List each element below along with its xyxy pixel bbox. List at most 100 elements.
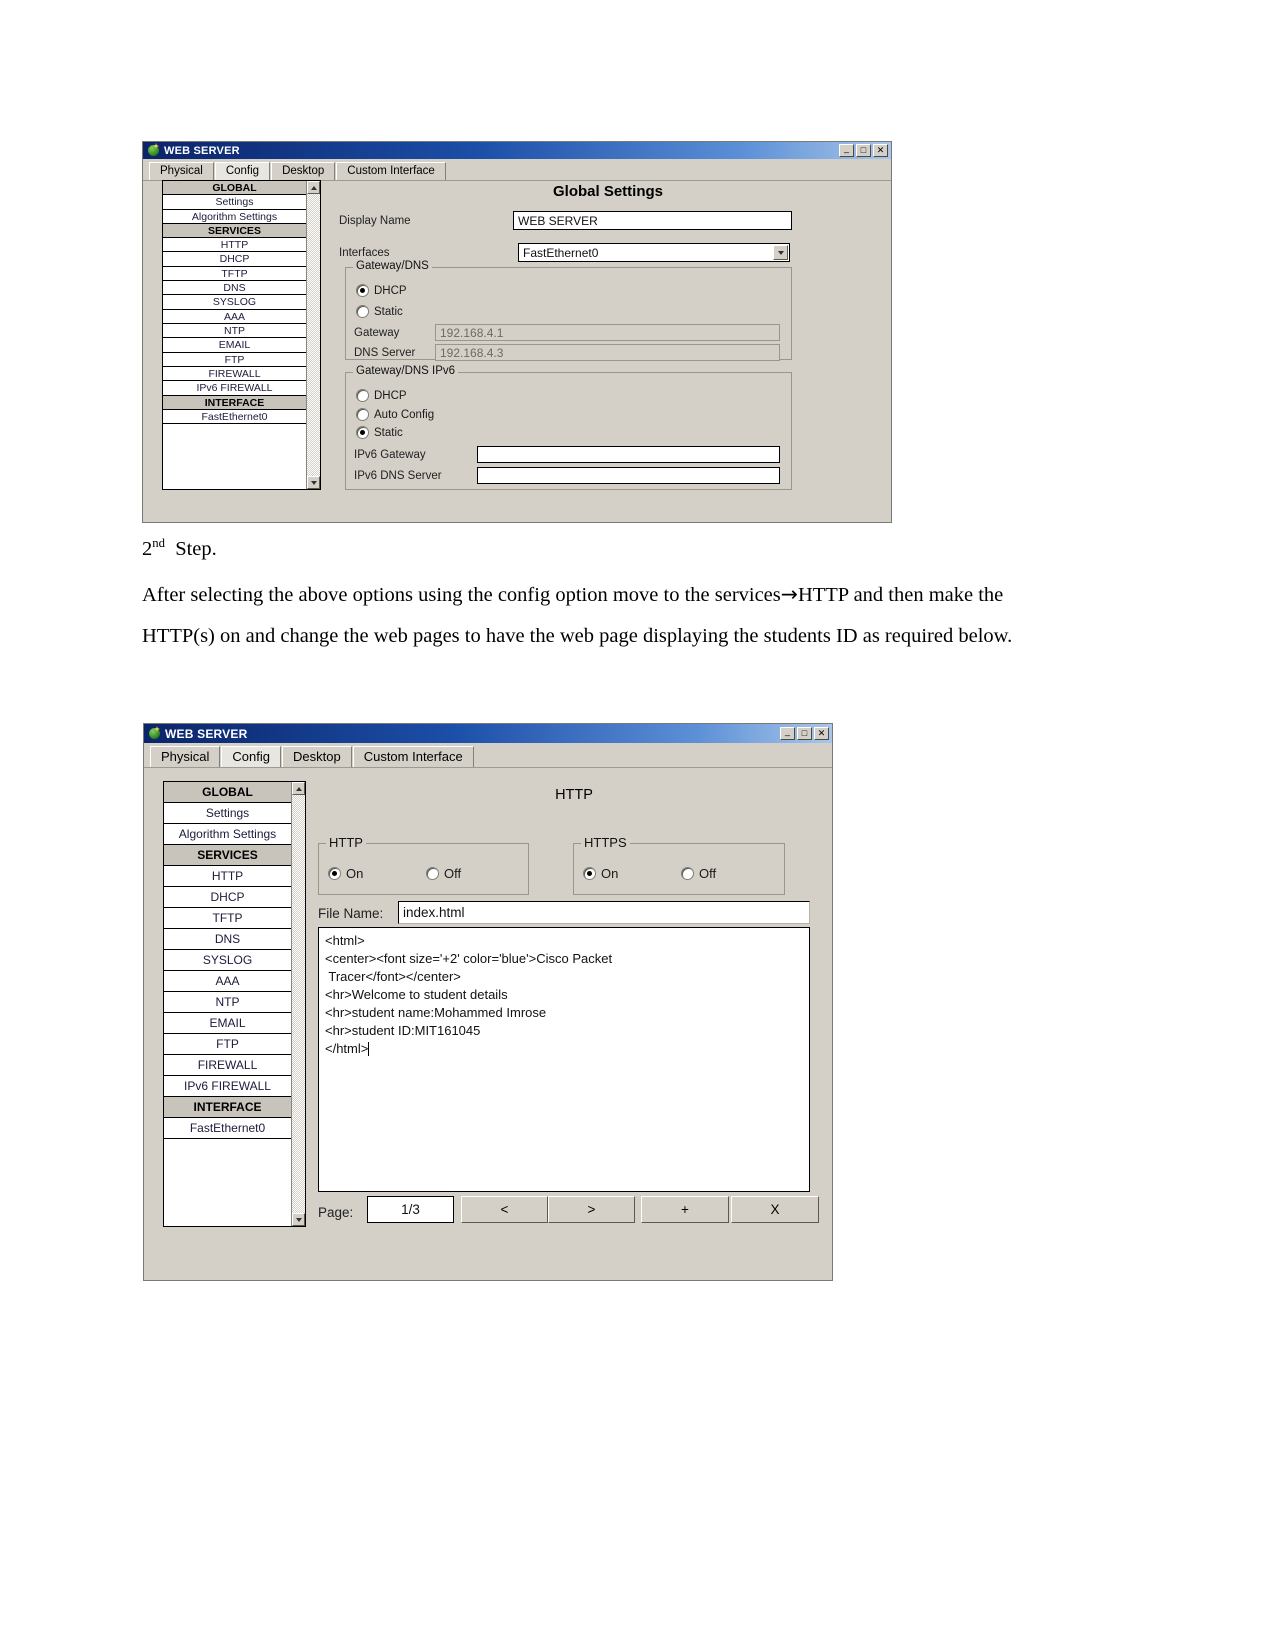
delete-page-button[interactable]: X xyxy=(731,1196,819,1223)
sidebar-item-http[interactable]: HTTP xyxy=(163,238,306,252)
window-controls[interactable]: _ □ ✕ xyxy=(780,727,829,740)
window-titlebar[interactable]: WEB SERVER _ □ ✕ xyxy=(144,724,832,743)
html-source-text: <html> <center><font size='+2' color='bl… xyxy=(325,933,613,1056)
tab-physical[interactable]: Physical xyxy=(149,162,214,180)
dns-server-input[interactable]: 192.168.4.3 xyxy=(435,344,780,361)
interfaces-select[interactable]: FastEthernet0 xyxy=(518,243,790,262)
sidebar-item-syslog[interactable]: SYSLOG xyxy=(164,950,291,971)
close-icon[interactable]: ✕ xyxy=(873,144,888,157)
radio-dot-icon xyxy=(356,284,369,297)
sidebar-item-email[interactable]: EMAIL xyxy=(164,1013,291,1034)
sidebar-item-dns[interactable]: DNS xyxy=(163,281,306,295)
config-sidebar-list-main[interactable]: GLOBAL Settings Algorithm Settings SERVI… xyxy=(164,782,291,1226)
sidebar-item-dhcp[interactable]: DHCP xyxy=(164,887,291,908)
add-page-button[interactable]: + xyxy=(641,1196,729,1223)
sidebar-item-dhcp[interactable]: DHCP xyxy=(163,252,306,267)
minimize-icon[interactable]: _ xyxy=(780,727,795,740)
file-name-label: File Name: xyxy=(318,906,384,921)
sidebar-item-settings[interactable]: Settings xyxy=(164,803,291,824)
sidebar-item-aaa[interactable]: AAA xyxy=(164,971,291,992)
ipv6-dhcp-radio[interactable]: DHCP xyxy=(356,389,407,402)
html-source-editor[interactable]: <html> <center><font size='+2' color='bl… xyxy=(318,927,810,1192)
http-group: HTTP On Off xyxy=(318,835,529,895)
sidebar-item-firewall[interactable]: FIREWALL xyxy=(163,367,306,381)
sidebar-scrollbar[interactable] xyxy=(306,181,320,489)
gateway-dhcp-radio[interactable]: DHCP xyxy=(356,284,407,297)
sidebar-item-ntp[interactable]: NTP xyxy=(163,324,306,338)
tab-config[interactable]: Config xyxy=(214,162,271,180)
sidebar-item-ntp[interactable]: NTP xyxy=(164,992,291,1013)
https-off-radio[interactable]: Off xyxy=(681,866,716,881)
scroll-up-icon[interactable] xyxy=(292,782,305,795)
gateway-dns-ipv6-legend: Gateway/DNS IPv6 xyxy=(353,365,459,377)
file-name-input[interactable]: index.html xyxy=(398,901,810,924)
config-sidebar-list[interactable]: GLOBAL Settings Algorithm Settings SERVI… xyxy=(163,181,306,489)
sidebar-item-aaa[interactable]: AAA xyxy=(163,310,306,324)
sidebar-item-email[interactable]: EMAIL xyxy=(163,338,306,353)
gateway-static-radio[interactable]: Static xyxy=(356,305,403,318)
tab-custom-interface[interactable]: Custom Interface xyxy=(336,162,446,180)
http-on-radio[interactable]: On xyxy=(328,866,363,881)
text-caret xyxy=(368,1042,370,1056)
next-page-button[interactable]: > xyxy=(548,1196,635,1223)
tab-desktop[interactable]: Desktop xyxy=(271,162,336,180)
radio-dot-icon xyxy=(356,305,369,318)
window-controls[interactable]: _ □ ✕ xyxy=(839,144,888,157)
prev-page-button[interactable]: < xyxy=(461,1196,548,1223)
https-on-radio[interactable]: On xyxy=(583,866,618,881)
scroll-down-icon[interactable] xyxy=(292,1213,305,1226)
sidebar-item-settings[interactable]: Settings xyxy=(163,195,306,210)
sidebar-item-ipv6-firewall[interactable]: IPv6 FIREWALL xyxy=(163,381,306,396)
ipv6-dns-server-input[interactable] xyxy=(477,467,780,484)
gateway-input[interactable]: 192.168.4.1 xyxy=(435,324,780,341)
tabstrip[interactable]: Physical Config Desktop Custom Interface xyxy=(144,743,832,768)
sidebar-item-fastethernet0[interactable]: FastEthernet0 xyxy=(163,410,306,424)
sidebar-item-fastethernet0[interactable]: FastEthernet0 xyxy=(164,1118,291,1139)
web-server-config-window-2[interactable]: WEB SERVER _ □ ✕ Physical Config Desktop… xyxy=(143,723,833,1281)
tab-physical[interactable]: Physical xyxy=(150,746,221,767)
sidebar-item-ipv6-firewall[interactable]: IPv6 FIREWALL xyxy=(164,1076,291,1097)
sidebar-item-algorithm-settings[interactable]: Algorithm Settings xyxy=(164,824,291,845)
ipv6-static-radio[interactable]: Static xyxy=(356,426,403,439)
config-sidebar-main[interactable]: GLOBAL Settings Algorithm Settings SERVI… xyxy=(163,781,306,1227)
display-name-input[interactable]: WEB SERVER xyxy=(513,211,792,230)
config-sidebar[interactable]: GLOBAL Settings Algorithm Settings SERVI… xyxy=(162,180,321,490)
sidebar-item-algorithm-settings[interactable]: Algorithm Settings xyxy=(163,210,306,224)
tab-desktop[interactable]: Desktop xyxy=(282,746,352,767)
sidebar-item-tftp[interactable]: TFTP xyxy=(164,908,291,929)
maximize-icon[interactable]: □ xyxy=(856,144,871,157)
tab-config[interactable]: Config xyxy=(221,746,281,767)
web-server-config-window-1[interactable]: WEB SERVER _ □ ✕ Physical Config Desktop… xyxy=(142,141,892,523)
close-icon[interactable]: ✕ xyxy=(814,727,829,740)
ipv6-auto-config-label: Auto Config xyxy=(374,408,435,421)
ipv6-auto-config-radio[interactable]: Auto Config xyxy=(356,408,434,421)
sidebar-item-dns[interactable]: DNS xyxy=(164,929,291,950)
window-titlebar[interactable]: WEB SERVER _ □ ✕ xyxy=(143,142,891,159)
interfaces-selected-value: FastEthernet0 xyxy=(523,245,599,260)
sidebar-item-tftp[interactable]: TFTP xyxy=(163,267,306,281)
sidebar-item-http[interactable]: HTTP xyxy=(164,866,291,887)
sidebar-item-ftp[interactable]: FTP xyxy=(163,353,306,367)
chevron-down-icon[interactable] xyxy=(773,245,788,260)
sidebar-item-interface: INTERFACE xyxy=(163,396,306,410)
http-off-radio[interactable]: Off xyxy=(426,866,461,881)
sidebar-item-firewall[interactable]: FIREWALL xyxy=(164,1055,291,1076)
sidebar-item-ftp[interactable]: FTP xyxy=(164,1034,291,1055)
http-group-legend: HTTP xyxy=(326,835,366,850)
ipv6-gateway-label: IPv6 Gateway xyxy=(354,449,426,461)
sidebar-scrollbar[interactable] xyxy=(291,782,305,1226)
tab-custom-interface[interactable]: Custom Interface xyxy=(352,746,474,767)
radio-dot-icon xyxy=(583,867,596,880)
maximize-icon[interactable]: □ xyxy=(797,727,812,740)
sidebar-item-syslog[interactable]: SYSLOG xyxy=(163,295,306,310)
ipv6-gateway-input[interactable] xyxy=(477,446,780,463)
sidebar-item-global: GLOBAL xyxy=(163,181,306,195)
minimize-icon[interactable]: _ xyxy=(839,144,854,157)
https-off-label: Off xyxy=(699,866,717,881)
panel-title: HTTP xyxy=(555,787,593,803)
tabstrip[interactable]: Physical Config Desktop Custom Interface xyxy=(143,159,891,181)
page-label: Page: xyxy=(318,1205,354,1220)
scroll-up-icon[interactable] xyxy=(307,181,320,194)
scroll-down-icon[interactable] xyxy=(307,476,320,489)
window-title: WEB SERVER xyxy=(164,144,240,157)
